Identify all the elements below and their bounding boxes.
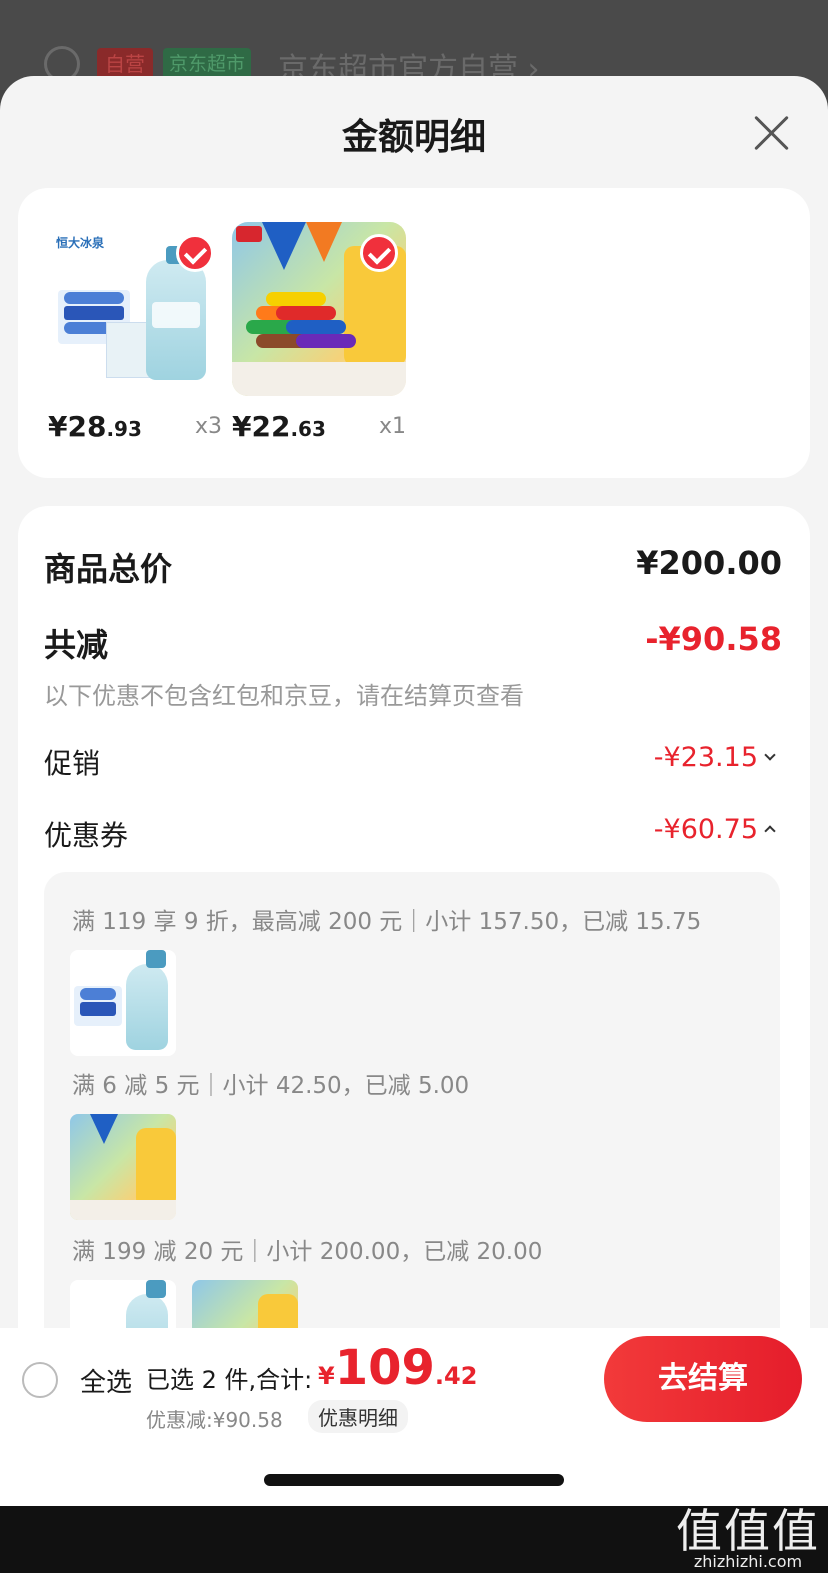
checkout-bar: 全选 已选 2 件,合计: ¥109.42 优惠减:¥90.58 优惠明细 去结… xyxy=(0,1328,828,1506)
close-icon[interactable] xyxy=(752,112,792,152)
select-all-radio[interactable] xyxy=(22,1362,58,1398)
product-qty: x1 xyxy=(378,414,406,439)
home-indicator xyxy=(264,1474,564,1486)
watermark: 值值值 zhizhizhi.com xyxy=(676,1504,820,1571)
coupon-row[interactable]: 优惠券 -¥60.75 xyxy=(44,814,782,854)
total-price-value: ¥200.00 xyxy=(636,544,782,582)
checked-icon xyxy=(360,234,398,272)
deli-logo xyxy=(236,226,262,242)
total-saved-label: 共减 xyxy=(44,626,109,664)
coupon-rule: 满 6 减 5 元｜小计 42.50，已减 5.00 xyxy=(72,1073,470,1099)
coupon-rule: 满 119 享 9 折，最高减 200 元｜小计 157.50，已减 15.75 xyxy=(72,909,702,935)
product-item[interactable]: ¥22.63 x1 xyxy=(232,222,406,443)
coupon-value: -¥60.75 xyxy=(653,814,758,845)
product-qty: x3 xyxy=(194,414,222,439)
promo-row[interactable]: 促销 -¥23.15 xyxy=(44,742,782,782)
water-product-image: 恒大冰泉 xyxy=(48,222,222,396)
discount-summary: 优惠减:¥90.58 xyxy=(146,1408,283,1432)
crayon-product-thumb xyxy=(70,1114,176,1220)
selected-count: 已选 2 件,合计: xyxy=(146,1366,313,1394)
select-all-label[interactable]: 全选 xyxy=(80,1362,132,1399)
coupon-label: 优惠券 xyxy=(44,819,129,852)
chevron-down-icon xyxy=(764,748,776,761)
sheet-title: 金额明细 xyxy=(341,117,486,158)
total-price-label: 商品总价 xyxy=(44,550,173,588)
total-saved-value: -¥90.58 xyxy=(645,620,782,658)
product-price: ¥28.93 xyxy=(48,410,142,443)
checkout-button[interactable]: 去结算 xyxy=(604,1336,802,1422)
total-price-row: 商品总价 ¥200.00 xyxy=(44,544,782,590)
total-amount: ¥109.42 xyxy=(318,1340,478,1396)
promo-value: -¥23.15 xyxy=(653,742,758,773)
discount-note: 以下优惠不包含红包和京豆，请在结算页查看 xyxy=(44,682,524,710)
discount-detail-link[interactable]: 优惠明细 xyxy=(308,1400,408,1433)
total-saved-row: 共减 -¥90.58 xyxy=(44,620,782,666)
crayon-sticks xyxy=(246,292,366,362)
chevron-up-icon xyxy=(764,824,776,837)
product-price: ¥22.63 xyxy=(232,410,326,443)
checked-icon xyxy=(176,234,214,272)
footer-strip: 值值值 zhizhizhi.com xyxy=(0,1506,828,1573)
amount-detail-sheet: 金额明细 恒大冰泉 ¥28.93 x3 ¥22.63 x1 商品总价 ¥200.… xyxy=(0,76,828,1506)
coupon-rule: 满 199 减 20 元｜小计 200.00，已减 20.00 xyxy=(72,1239,543,1265)
product-item[interactable]: 恒大冰泉 ¥28.93 x3 xyxy=(48,222,222,443)
promo-label: 促销 xyxy=(44,747,101,780)
water-product-thumb xyxy=(70,950,176,1056)
product-logo: 恒大冰泉 xyxy=(56,236,105,250)
crayon-product-image xyxy=(232,222,406,396)
selected-products-card: 恒大冰泉 ¥28.93 x3 ¥22.63 x1 xyxy=(18,188,810,478)
